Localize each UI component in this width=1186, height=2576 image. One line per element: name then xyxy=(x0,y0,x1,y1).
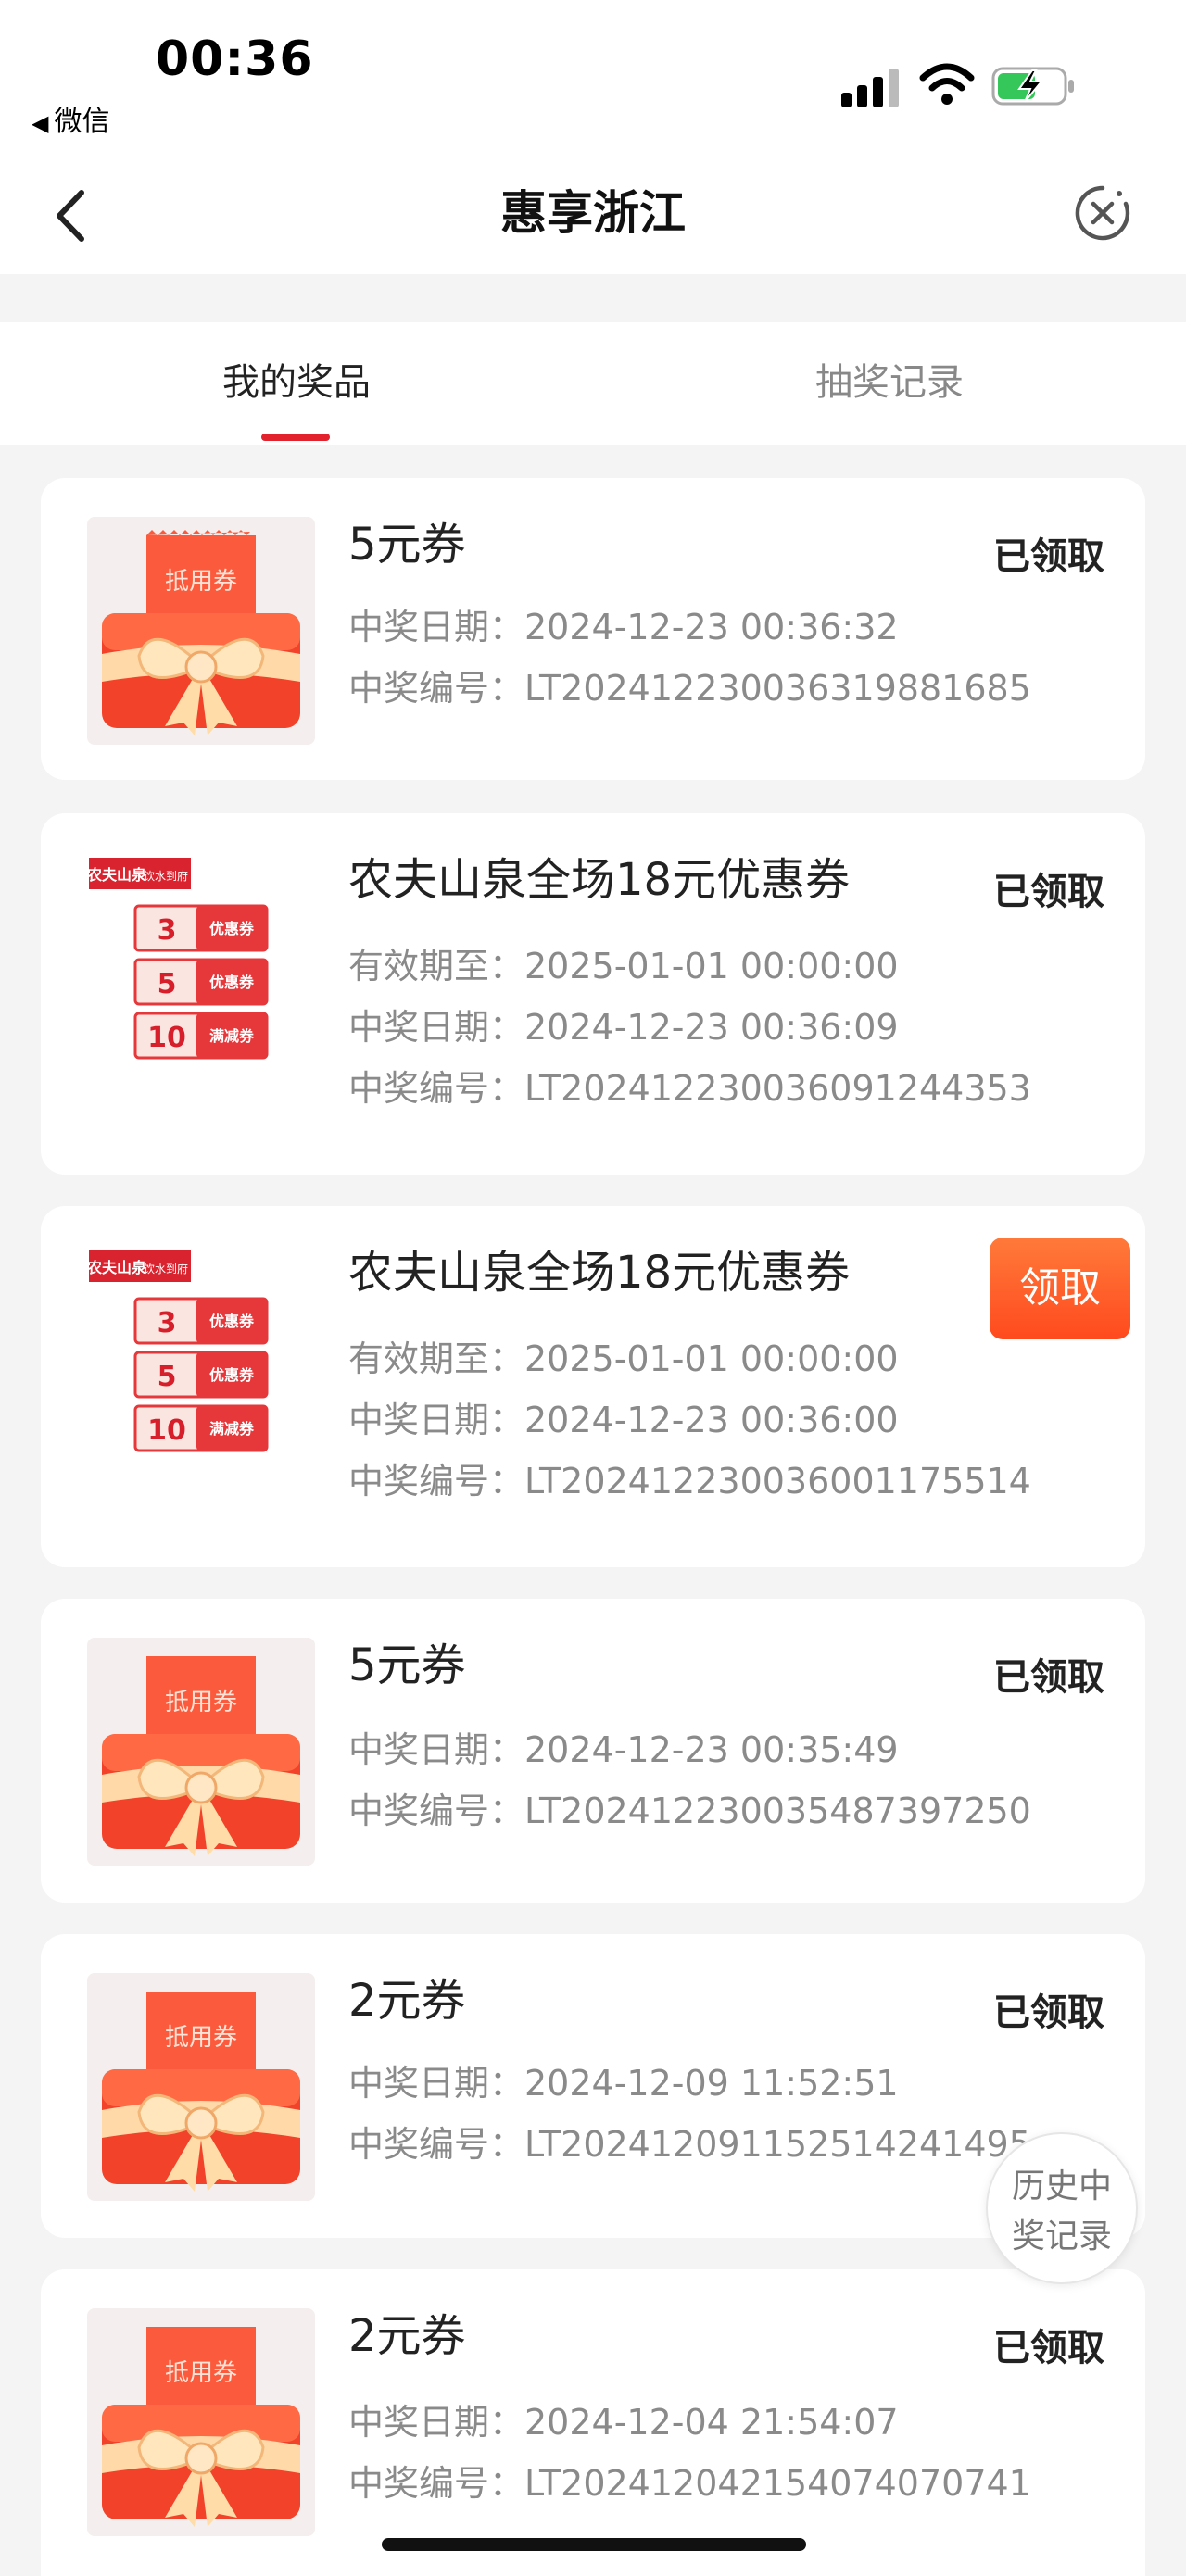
svg-text:10: 10 xyxy=(147,1414,186,1447)
svg-text:10: 10 xyxy=(147,1022,186,1054)
home-indicator xyxy=(382,2538,806,2551)
nongfu-coupon-image: 农夫山泉 饮水到府 3 优惠券 5 优惠券 10 满减券 xyxy=(87,858,269,1060)
prize-code: 中奖编号：LT202412091152514241495 xyxy=(348,2124,1031,2165)
back-triangle-icon: ◀ xyxy=(32,110,49,136)
coupon-thumbnail: 抵用券 xyxy=(87,517,315,745)
prize-date: 中奖日期：2024-12-23 00:36:00 xyxy=(348,1400,899,1440)
close-circle-icon[interactable] xyxy=(1073,183,1132,243)
svg-text:5: 5 xyxy=(158,968,177,1000)
status-time: 00:36 xyxy=(156,31,314,87)
claimed-status: 已领取 xyxy=(993,871,1104,913)
prize-code: 中奖编号：LT202412230036319881685 xyxy=(348,668,1031,709)
svg-text:饮水到府: 饮水到府 xyxy=(144,1262,188,1275)
prize-card[interactable]: 抵用券 2元券 中奖日期：2024-12-09 11:52:51 中奖编号：LT… xyxy=(41,1934,1145,2238)
prize-date: 中奖日期：2024-12-23 00:35:49 xyxy=(348,1729,899,1770)
prize-code: 中奖编号：LT202412230036091244353 xyxy=(348,1068,1031,1109)
prize-card[interactable]: 抵用券 2元券 中奖日期：2024-12-04 21:54:07 中奖编号：LT… xyxy=(41,2269,1145,2576)
svg-text:优惠券: 优惠券 xyxy=(209,1366,255,1384)
claimed-status: 已领取 xyxy=(993,1656,1104,1699)
nav-bar: 惠享浙江 xyxy=(0,157,1186,274)
svg-text:饮水到府: 饮水到府 xyxy=(144,869,188,883)
prize-code: 中奖编号：LT202412230036001175514 xyxy=(348,1461,1031,1502)
coupon-gift-image: 抵用券 xyxy=(102,1992,300,2192)
svg-text:3: 3 xyxy=(158,1307,177,1339)
prize-date: 中奖日期：2024-12-23 00:36:32 xyxy=(348,607,899,647)
battery-charging-icon xyxy=(991,67,1074,106)
svg-text:抵用券: 抵用券 xyxy=(165,2024,237,2052)
svg-text:满减券: 满减券 xyxy=(209,1027,255,1045)
svg-text:农夫山泉: 农夫山泉 xyxy=(87,866,147,884)
tab-my-prizes[interactable]: 我的奖品 xyxy=(0,322,593,445)
coupon-gift-image: 抵用券 xyxy=(102,2327,300,2527)
tab-draw-records[interactable]: 抽奖记录 xyxy=(593,322,1186,445)
claim-button[interactable]: 领取 xyxy=(990,1238,1130,1339)
coupon-gift-image: 抵用券 xyxy=(102,1656,300,1856)
prize-date: 中奖日期：2024-12-04 21:54:07 xyxy=(348,2402,899,2443)
back-to-app-link[interactable]: ◀ 微信 xyxy=(32,98,109,139)
prize-title: 农夫山泉全场18元优惠券 xyxy=(348,854,851,906)
coupon-thumbnail: 抵用券 xyxy=(87,1638,315,1866)
prize-title: 5元券 xyxy=(348,1640,466,1691)
svg-text:抵用券: 抵用券 xyxy=(165,1689,237,1716)
nongfu-coupon-image: 农夫山泉 饮水到府 3 优惠券 5 优惠券 10 满减券 xyxy=(87,1250,269,1452)
coupon-thumbnail: 抵用券 xyxy=(87,2308,315,2536)
svg-text:5: 5 xyxy=(158,1361,177,1393)
svg-text:优惠券: 优惠券 xyxy=(209,920,255,937)
prize-title: 2元券 xyxy=(348,2310,466,2362)
prize-date: 中奖日期：2024-12-23 00:36:09 xyxy=(348,1007,899,1048)
history-records-button[interactable]: 历史中 奖记录 xyxy=(986,2132,1138,2284)
prize-title: 5元券 xyxy=(348,519,466,571)
svg-text:3: 3 xyxy=(158,914,177,947)
nongfu-coupon-thumbnail: 农夫山泉 饮水到府 3 优惠券 5 优惠券 10 满减券 xyxy=(87,1245,315,1473)
tab-bar: 我的奖品 抽奖记录 xyxy=(0,322,1186,445)
history-label-line2: 奖记录 xyxy=(1011,2218,1112,2256)
prize-expiry: 有效期至：2025-01-01 00:00:00 xyxy=(348,1338,899,1379)
prize-date: 中奖日期：2024-12-09 11:52:51 xyxy=(348,2063,899,2104)
svg-text:优惠券: 优惠券 xyxy=(209,974,255,991)
nongfu-coupon-thumbnail: 农夫山泉 饮水到府 3 优惠券 5 优惠券 10 满减券 xyxy=(87,852,315,1080)
coupon-gift-image: 抵用券 xyxy=(102,530,300,735)
prize-card[interactable]: 农夫山泉 饮水到府 3 优惠券 5 优惠券 10 满减券 农夫山泉全场18元优惠… xyxy=(41,1206,1145,1567)
claimed-status: 已领取 xyxy=(993,1992,1104,2034)
claimed-status: 已领取 xyxy=(993,2327,1104,2369)
svg-text:满减券: 满减券 xyxy=(209,1420,255,1438)
coupon-label: 抵用券 xyxy=(165,568,237,596)
prize-title: 农夫山泉全场18元优惠券 xyxy=(348,1247,851,1299)
prize-title: 2元券 xyxy=(348,1975,466,2027)
prize-card[interactable]: 抵用券 5元券 中奖日期：2024-12-23 00:36:32 中奖编号：LT… xyxy=(41,478,1145,780)
history-label-line1: 历史中 xyxy=(1011,2168,1112,2205)
claimed-status: 已领取 xyxy=(993,535,1104,578)
active-tab-indicator xyxy=(261,434,330,441)
prize-card[interactable]: 农夫山泉 饮水到府 3 优惠券 5 优惠券 10 满减券 农夫山泉全场18元优惠… xyxy=(41,813,1145,1175)
status-bar: 00:36 ◀ 微信 xyxy=(0,0,1186,157)
prize-code: 中奖编号：LT202412230035487397250 xyxy=(348,1791,1031,1831)
svg-text:农夫山泉: 农夫山泉 xyxy=(87,1259,147,1276)
svg-text:抵用券: 抵用券 xyxy=(165,2359,237,2387)
wifi-icon xyxy=(919,63,975,105)
prize-card[interactable]: 抵用券 5元券 中奖日期：2024-12-23 00:35:49 中奖编号：LT… xyxy=(41,1599,1145,1903)
prize-code: 中奖编号：LT202412042154074070741 xyxy=(348,2463,1031,2504)
prize-expiry: 有效期至：2025-01-01 00:00:00 xyxy=(348,946,899,986)
signal-icon xyxy=(841,67,901,107)
svg-text:优惠券: 优惠券 xyxy=(209,1313,255,1330)
coupon-thumbnail: 抵用券 xyxy=(87,1973,315,2201)
page-title: 惠享浙江 xyxy=(500,186,686,240)
back-app-label: 微信 xyxy=(54,106,110,138)
